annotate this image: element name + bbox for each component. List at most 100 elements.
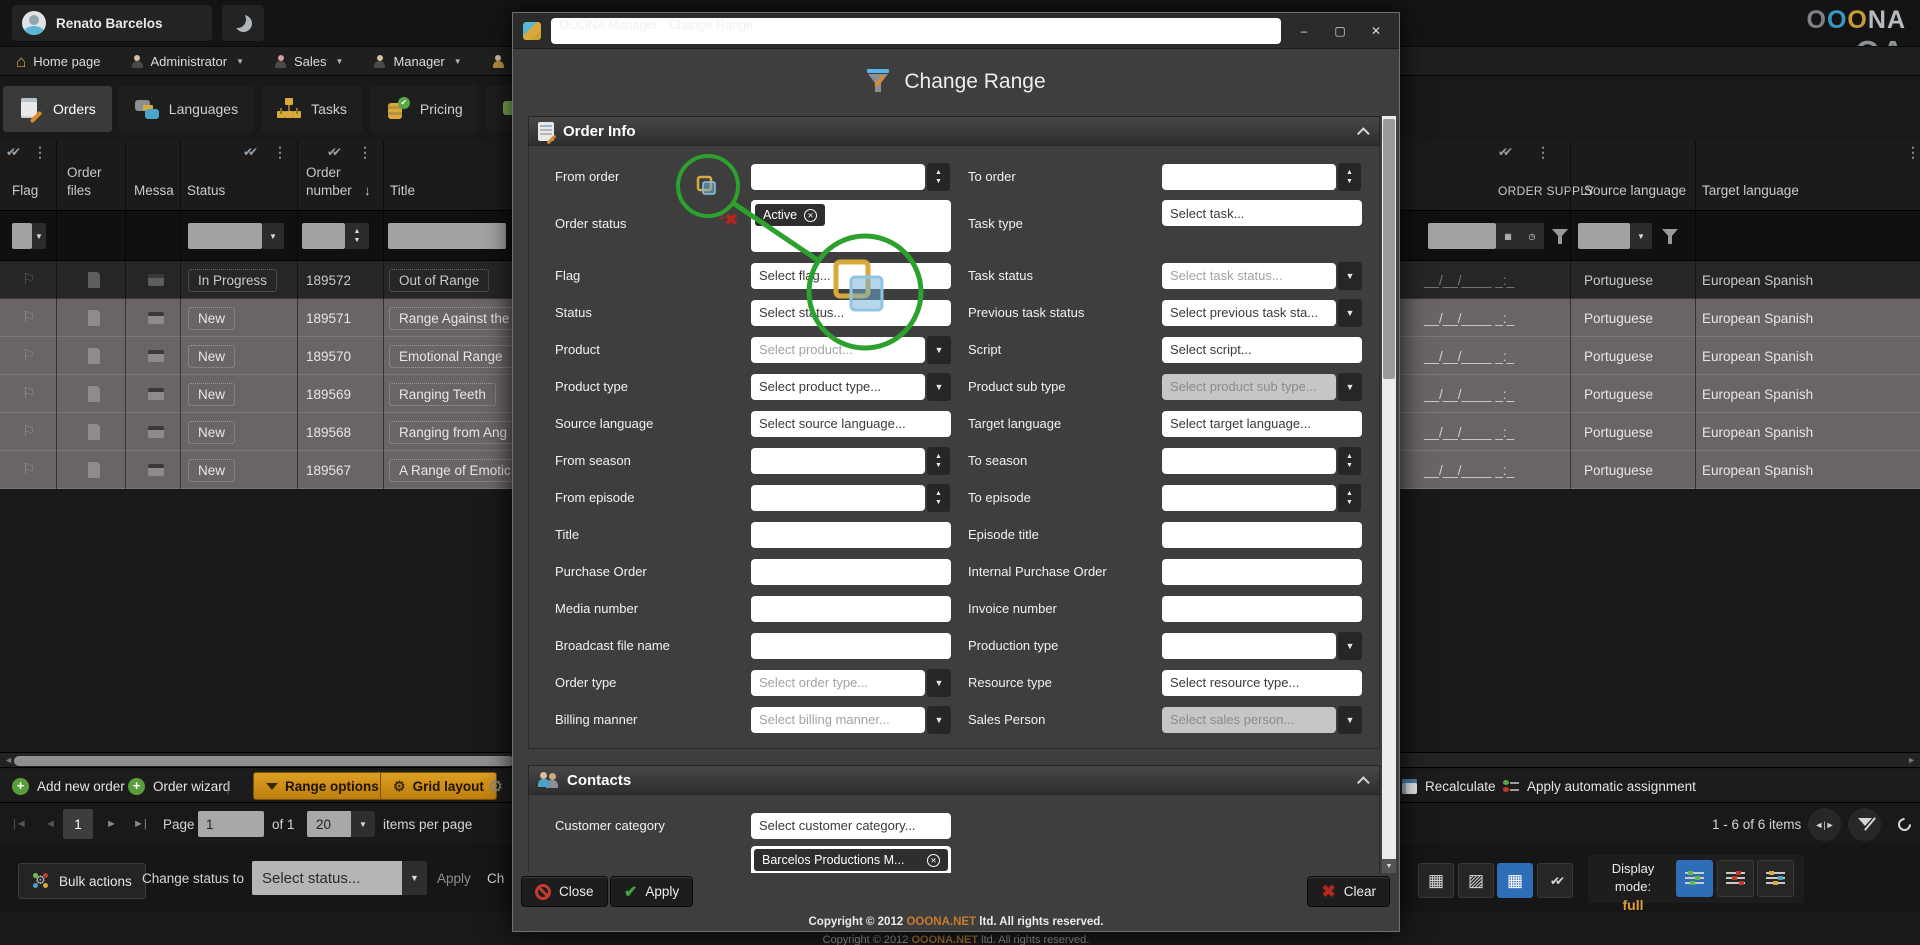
production-type-field[interactable] xyxy=(1162,633,1336,659)
product-dropdown-icon[interactable]: ▼ xyxy=(927,336,951,364)
flag-cell[interactable] xyxy=(22,375,35,413)
remove-contact-icon[interactable]: ✕ xyxy=(927,854,940,867)
task-status-field[interactable] xyxy=(1162,263,1336,289)
col-order-files[interactable]: files xyxy=(67,183,91,198)
next-page-icon[interactable]: ► xyxy=(106,818,117,830)
order-files-cell[interactable] xyxy=(88,261,100,299)
task-status-dropdown-icon[interactable]: ▼ xyxy=(1338,262,1362,290)
col-order-number[interactable]: number xyxy=(306,183,352,198)
to-order-input[interactable] xyxy=(1162,164,1336,190)
scroll-right-icon[interactable]: ► xyxy=(1907,755,1916,765)
from-order-spinner-buttons[interactable]: ▲▼ xyxy=(927,163,950,191)
select-all-icon[interactable]: ✔✔ xyxy=(6,145,16,159)
source-language-filter[interactable] xyxy=(1578,223,1630,249)
to-order-spinner-buttons[interactable]: ▲▼ xyxy=(1338,163,1361,191)
purchase-order-input[interactable] xyxy=(751,559,951,585)
order-files-icon[interactable] xyxy=(88,462,100,478)
order-info-section-header[interactable]: Order Info xyxy=(528,116,1380,146)
messages-icon[interactable] xyxy=(148,274,164,286)
truncated-action-label[interactable]: Ch xyxy=(487,871,504,886)
column-check-icon[interactable]: ✔✔ xyxy=(1498,145,1508,159)
multi-select-view-button[interactable]: ✔✔ xyxy=(1537,863,1573,898)
add-new-order-button[interactable]: + Add new order xyxy=(12,770,125,802)
display-mode-full-button[interactable] xyxy=(1676,860,1713,897)
tab-pricing[interactable]: Pricing xyxy=(370,86,479,132)
order-number-spinner[interactable]: ▲▼ xyxy=(345,223,369,249)
maximize-button[interactable]: ▢ xyxy=(1327,20,1353,42)
flag-cell[interactable] xyxy=(22,299,35,337)
dialog-scrollbar-thumb[interactable] xyxy=(1383,119,1395,379)
flag-filter[interactable] xyxy=(12,223,32,249)
funnel-filter-icon[interactable] xyxy=(1662,229,1678,238)
column-menu-icon[interactable]: ⋮ xyxy=(358,144,372,161)
to-season-spinner-buttons[interactable]: ▲▼ xyxy=(1338,447,1361,475)
previous-task-status-field[interactable] xyxy=(1162,300,1336,326)
tab-languages[interactable]: Languages xyxy=(119,86,254,132)
order-supply-filter[interactable] xyxy=(1428,223,1496,249)
messages-icon[interactable] xyxy=(148,312,164,324)
range-options-button[interactable]: Range options xyxy=(253,772,392,800)
status-select-dropdown-icon[interactable]: ▼ xyxy=(402,861,427,895)
status-filter-dropdown[interactable]: ▼ xyxy=(262,223,284,249)
order-files-icon[interactable] xyxy=(88,386,100,402)
apply-button[interactable]: ✔ Apply xyxy=(610,876,693,907)
resource-type-field[interactable] xyxy=(1162,670,1362,696)
flag-icon[interactable] xyxy=(22,274,35,287)
first-page-icon[interactable]: |◄ xyxy=(13,818,27,830)
column-check-icon[interactable]: ✔✔ xyxy=(243,145,253,159)
messages-cell[interactable] xyxy=(148,261,164,299)
messages-cell[interactable] xyxy=(148,413,164,451)
column-menu-icon[interactable]: ⋮ xyxy=(1536,144,1550,161)
col-source-language[interactable]: Source language xyxy=(1584,183,1686,198)
flag-field[interactable] xyxy=(751,263,951,289)
flag-cell[interactable] xyxy=(22,451,35,489)
nav-manager[interactable]: Manager ▼ xyxy=(373,54,461,69)
close-button[interactable]: Close xyxy=(521,876,608,907)
product-field[interactable] xyxy=(751,337,925,363)
order-files-cell[interactable] xyxy=(88,337,100,375)
task-type-field[interactable] xyxy=(1162,200,1362,226)
col-title[interactable]: Title xyxy=(390,183,415,198)
messages-cell[interactable] xyxy=(148,375,164,413)
collapse-icon[interactable] xyxy=(1357,776,1370,789)
order-number-filter[interactable] xyxy=(302,223,345,249)
col-order-number[interactable]: Order xyxy=(306,165,341,180)
messages-icon[interactable] xyxy=(148,426,164,438)
product-sub-type-dropdown-icon[interactable]: ▼ xyxy=(1338,373,1362,401)
flag-cell[interactable] xyxy=(22,261,35,299)
dialog-title-bar[interactable]: OOONA Manager - Change Range – ▢ ✕ xyxy=(513,13,1399,49)
order-files-icon[interactable] xyxy=(88,424,100,440)
col-flag[interactable]: Flag xyxy=(12,183,38,198)
messages-cell[interactable] xyxy=(148,337,164,375)
page-size-dropdown-icon[interactable]: ▼ xyxy=(351,811,375,837)
user-menu[interactable]: Renato Barcelos xyxy=(12,5,212,41)
close-window-button[interactable]: ✕ xyxy=(1363,20,1389,42)
order-files-icon[interactable] xyxy=(88,348,100,364)
dark-mode-toggle[interactable] xyxy=(222,5,264,41)
tab-orders[interactable]: Orders xyxy=(3,86,112,132)
settings-gear-icon[interactable]: ⚙ xyxy=(488,777,503,797)
tab-tasks[interactable]: Tasks xyxy=(261,86,363,132)
last-page-icon[interactable]: ►| xyxy=(133,818,147,830)
col-order-supply[interactable]: ORDER SUPPLY xyxy=(1498,184,1595,198)
flag-filter-dropdown[interactable]: ▼ xyxy=(32,223,46,249)
billing-manner-dropdown-icon[interactable]: ▼ xyxy=(927,706,951,734)
source-language-field[interactable] xyxy=(751,411,951,437)
page-input[interactable] xyxy=(198,811,264,837)
grid-active-view-button[interactable]: ▦ xyxy=(1497,863,1533,898)
product-type-dropdown-icon[interactable]: ▼ xyxy=(927,373,951,401)
nav-home-page[interactable]: ⌂ Home page xyxy=(16,53,101,70)
flag-icon[interactable] xyxy=(22,464,35,477)
order-status-tag-box[interactable]: Active✕ xyxy=(751,200,951,252)
previous-task-status-dropdown-icon[interactable]: ▼ xyxy=(1338,299,1362,327)
to-episode-input[interactable] xyxy=(1162,485,1336,511)
column-menu-icon[interactable]: ⋮ xyxy=(1906,144,1920,161)
script-field[interactable] xyxy=(1162,337,1362,363)
status-field[interactable] xyxy=(751,300,951,326)
grid-search-view-button[interactable]: ▨ xyxy=(1458,863,1494,898)
from-season-input[interactable] xyxy=(751,448,925,474)
from-order-input[interactable] xyxy=(751,164,925,190)
nav-administrator[interactable]: Administrator ▼ xyxy=(131,54,245,69)
production-type-dropdown-icon[interactable]: ▼ xyxy=(1338,632,1362,660)
prev-page-icon[interactable]: ◄ xyxy=(45,818,56,830)
